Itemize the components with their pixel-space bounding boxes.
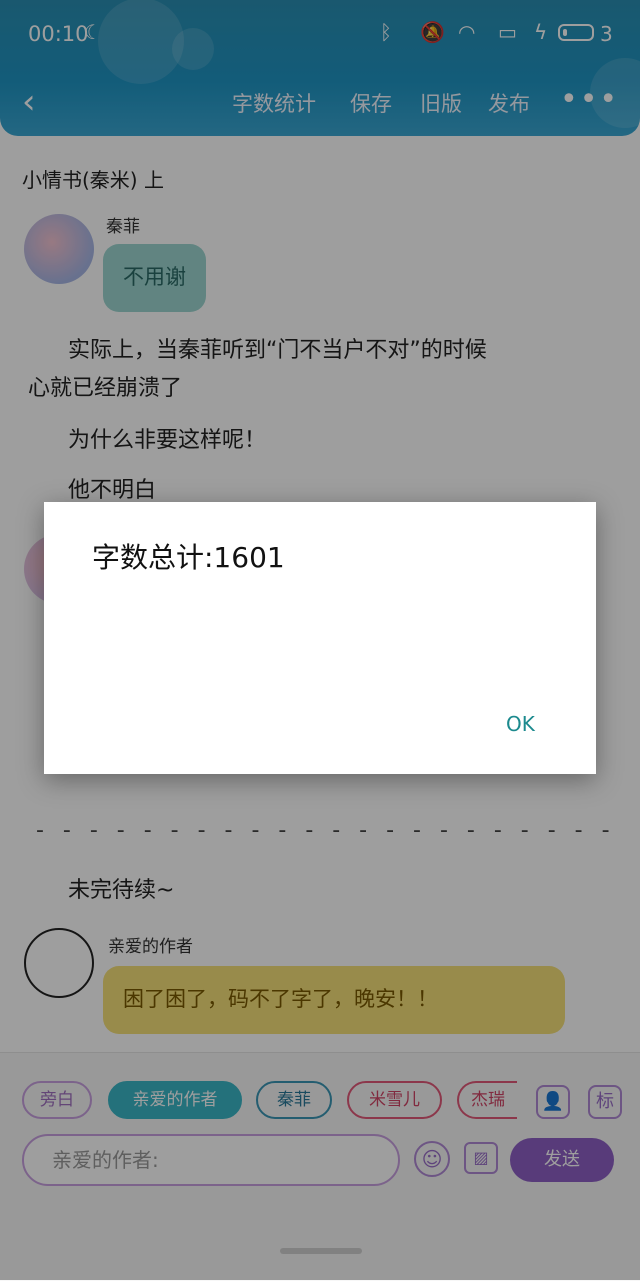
word-count-dialog: 字数总计:1601 OK <box>44 502 596 774</box>
dialog-message: 字数总计:1601 <box>92 541 285 574</box>
ok-button[interactable]: OK <box>506 712 535 736</box>
